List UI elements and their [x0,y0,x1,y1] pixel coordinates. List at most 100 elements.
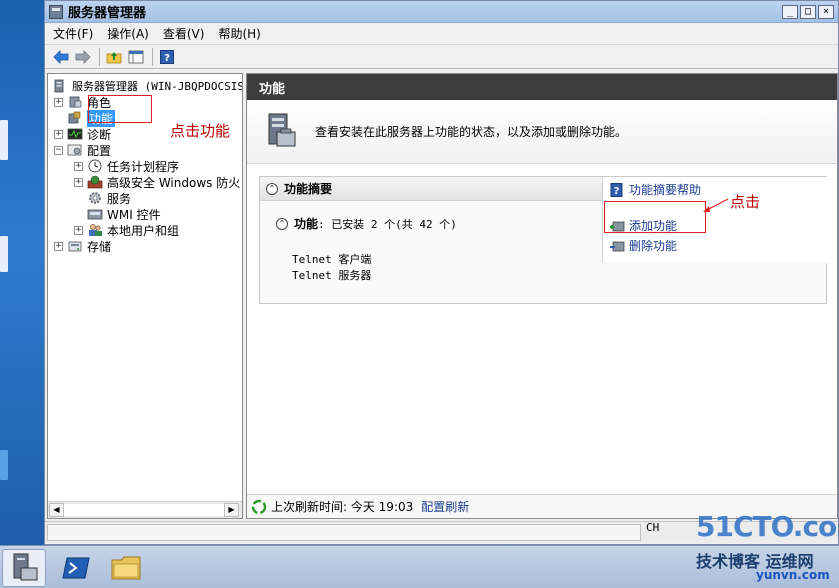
server-manager-window: 服务器管理器 _ □ × 文件(F) 操作(A) 查看(V) 帮助(H) ? 服… [44,0,839,545]
features-count-line: ⌃ 功能 : 已安装 2 个(共 42 个) [276,215,457,232]
desktop-icon-fragment [0,120,8,160]
gear-icon [89,192,101,204]
menu-help[interactable]: 帮助(H) [218,25,260,42]
svg-text:?: ? [164,53,170,64]
tree-label-firewall: 高级安全 Windows 防火 [107,175,241,190]
folder-up-icon [106,51,122,63]
help-icon: ? [160,49,174,64]
status-cell [47,524,641,541]
tree-item-firewall[interactable]: + 高级安全 Windows 防火 [74,174,240,190]
console-tree-icon [128,50,144,63]
tree-label-local-users: 本地用户和组 [107,223,180,238]
taskbar-powershell-button[interactable] [54,549,98,587]
roles-icon [69,96,82,108]
input-language-indicator[interactable]: CH [646,521,659,534]
tree-item-config[interactable]: − 配置 [54,142,111,158]
users-icon [89,224,102,236]
intro-text: 查看安装在此服务器上功能的状态，以及添加或删除功能。 [315,125,628,139]
expand-icon[interactable]: + [74,161,83,171]
desktop-background [0,0,44,545]
help-link-label: 功能摘要帮助 [629,183,702,197]
remove-features-label: 删除功能 [629,239,678,253]
installed-feature-item: Telnet 服务器 [292,269,372,282]
menu-bar: 文件(F) 操作(A) 查看(V) 帮助(H) [45,23,838,45]
toolbar-separator [99,47,100,66]
clock-icon [88,159,102,173]
intro-banner: 查看安装在此服务器上功能的状态，以及添加或删除功能。 [247,100,837,164]
tree-item-root[interactable]: 服务器管理器 (WIN-JBQPDOCSIS [52,78,243,94]
tree-label-storage: 存储 [87,239,112,254]
annotation-text-click: 点击 [730,193,761,211]
menu-file[interactable]: 文件(F) [53,25,93,42]
storage-icon [68,241,82,252]
tree-item-local-users[interactable]: + 本地用户和组 [74,222,179,238]
server-icon [54,79,64,93]
features-icon [68,111,81,124]
watermark-url: yunvn.com [756,568,830,582]
tree-label-config: 配置 [87,143,112,158]
toolbar-separator [152,47,153,66]
close-button[interactable]: × [818,4,834,19]
up-level-button[interactable] [104,47,124,67]
restore-button[interactable]: □ [800,4,816,19]
folder-icon [111,556,141,580]
annotation-arrow-icon [703,198,729,212]
expand-icon[interactable]: + [74,177,83,187]
expand-icon[interactable]: + [54,241,63,251]
back-button[interactable] [51,47,71,67]
features-label: 功能 [294,217,319,231]
collapse-icon[interactable]: ⌃ [276,217,288,230]
taskbar-server-manager-button[interactable] [2,549,46,587]
help-button[interactable]: ? [157,47,177,67]
server-manager-icon [13,553,38,581]
collapse-icon[interactable]: − [54,145,63,155]
features-server-icon [268,113,296,146]
window-title: 服务器管理器 [68,6,147,21]
show-hide-tree-button[interactable] [126,47,146,67]
firewall-icon [87,175,103,189]
expand-icon[interactable]: + [54,97,63,107]
remove-features-link[interactable]: 删除功能 [609,237,677,254]
svg-text:?: ? [614,186,620,197]
scroll-left-arrow-icon[interactable]: ◀ [49,503,64,517]
minimize-button[interactable]: _ [782,4,798,19]
menu-view[interactable]: 查看(V) [163,25,205,42]
desktop-icon-fragment [0,236,8,272]
tree-item-wmi[interactable]: WMI 控件 [87,206,161,222]
tree-item-services[interactable]: 服务 [87,190,131,206]
summary-title: 功能摘要 [284,182,333,196]
tree-item-diagnostics[interactable]: + 诊断 [54,126,111,142]
watermark-site: 51CTO.com [696,510,839,543]
tree-item-task-scheduler[interactable]: + 任务计划程序 [74,158,179,174]
features-status: : 已安装 2 个(共 42 个) [318,217,457,231]
desktop-icon-fragment [0,450,8,480]
annotation-text-click-features: 点击功能 [170,122,231,140]
scroll-right-arrow-icon[interactable]: ▶ [224,503,239,517]
tree-label-wmi: WMI 控件 [107,207,161,222]
tree-label-task-scheduler: 任务计划程序 [107,159,180,174]
help-icon: ? [610,182,623,197]
content-header: 功能 [247,74,837,100]
features-summary-help-link[interactable]: ? 功能摘要帮助 [609,181,701,198]
configure-refresh-link[interactable]: 配置刷新 [421,498,469,515]
taskbar-explorer-button[interactable] [104,549,148,587]
refresh-icon [251,499,267,514]
menu-action[interactable]: 操作(A) [107,25,149,42]
configuration-icon [67,144,82,156]
tree-label-diagnostics: 诊断 [87,127,112,142]
last-refresh-text: 上次刷新时间: 今天 19:03 [271,500,414,514]
tree-horizontal-scrollbar[interactable]: ◀ ▶ [48,501,242,518]
toolbar: ? [45,45,838,69]
expand-icon[interactable]: + [74,225,83,235]
expand-icon[interactable]: + [54,129,63,139]
tree-item-storage[interactable]: + 存储 [54,238,111,254]
title-bar[interactable]: 服务器管理器 _ □ × [45,1,838,23]
tree-label-root: 服务器管理器 (WIN-JBQPDOCSIS [72,80,243,93]
powershell-icon [62,557,90,579]
collapse-icon[interactable]: ⌃ [266,182,278,195]
scrollbar-thumb[interactable] [64,504,224,516]
wmi-control-icon [87,209,103,220]
features-content-pane: 功能 查看安装在此服务器上功能的状态，以及添加或删除功能。 ⌃ 功能摘要 ⌃ 功… [246,73,838,519]
installed-feature-item: Telnet 客户端 [292,253,372,266]
forward-button[interactable] [73,47,93,67]
